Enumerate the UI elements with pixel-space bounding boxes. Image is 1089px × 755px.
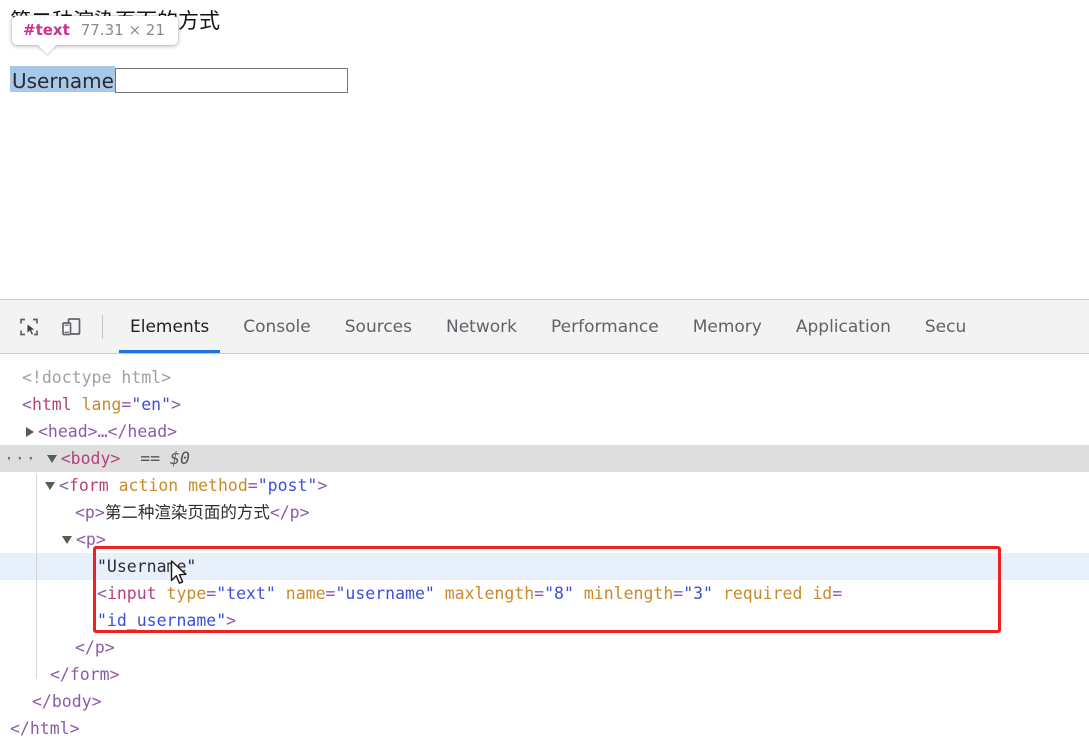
tab-performance-label: Performance	[550, 316, 659, 337]
input-tag-name: input	[106, 584, 157, 603]
tab-console[interactable]: Console	[226, 300, 328, 353]
html-open-gt: >	[171, 395, 181, 414]
body-selected-marker: == $0	[140, 449, 190, 468]
tab-application-label: Application	[795, 316, 891, 337]
html-open-lt: <	[22, 395, 32, 414]
page-form-row: Username	[10, 66, 348, 96]
devtools-panel: Elements Console Sources Network Perform…	[0, 299, 1089, 755]
chevron-right-icon[interactable]	[26, 426, 34, 437]
p1-text: 第二种渲染页面的方式	[104, 503, 270, 522]
browser-page-viewport: 第二种渲染页面的方式 Username #text 77.31 × 21	[0, 0, 1089, 299]
input-minlength-attr-value: "3"	[683, 584, 713, 603]
tooltip-dimensions: 77.31 × 21	[80, 21, 165, 39]
dom-row-html-open[interactable]: <html lang="en">	[0, 391, 1089, 418]
inspector-tooltip: #text 77.31 × 21	[12, 16, 178, 54]
form-method-attr-name: method	[188, 476, 248, 495]
username-input[interactable]	[114, 68, 348, 93]
chevron-down-icon[interactable]	[62, 535, 72, 544]
tab-performance[interactable]: Performance	[534, 300, 676, 353]
devtools-toolbar: Elements Console Sources Network Perform…	[0, 300, 1089, 354]
tab-sources-label: Sources	[344, 316, 412, 337]
input-maxlength-attr-name: maxlength	[444, 584, 535, 603]
p2-open-tag: <p>	[76, 530, 106, 549]
input-minlength-attr-name: minlength	[583, 584, 674, 603]
input-maxlength-attr-value: "8"	[544, 584, 574, 603]
input-lt: <	[97, 584, 107, 603]
p1-close-tag: </p>	[269, 503, 310, 522]
html-lang-attr-name: lang	[81, 395, 122, 414]
input-name-attr-name: name	[285, 584, 326, 603]
input-name-attr-value: "username"	[335, 584, 435, 603]
html-tag-name: html	[31, 395, 72, 414]
toolbar-divider	[102, 314, 103, 339]
dom-row-input[interactable]: <input type="text" name="username" maxle…	[0, 580, 1089, 607]
tab-application[interactable]: Application	[779, 300, 908, 353]
tab-console-label: Console	[243, 316, 311, 337]
form-tag-name: form	[68, 476, 109, 495]
input-required-attr: required	[722, 584, 803, 603]
inspect-element-icon[interactable]	[12, 310, 46, 344]
input-id-attr-value: "id_username"	[97, 611, 227, 630]
doctype-text: <!doctype html>	[22, 368, 172, 387]
p2-close-tag: </p>	[75, 638, 115, 657]
dom-row-textnode[interactable]: "Username"	[0, 553, 1089, 580]
form-gt: >	[317, 476, 328, 495]
dom-row-form-close[interactable]: </form>	[0, 661, 1089, 688]
form-close-tag: </form>	[50, 665, 120, 684]
form-method-attr-value: "post"	[257, 476, 318, 495]
tab-sources[interactable]: Sources	[328, 300, 429, 353]
tab-security-label: Secu	[924, 316, 967, 337]
dom-row-p2-close[interactable]: </p>	[0, 634, 1089, 661]
dom-row-html-close[interactable]: </html>	[0, 715, 1089, 742]
tab-memory[interactable]: Memory	[676, 300, 779, 353]
input-type-attr-name: type	[166, 584, 207, 603]
dom-row-head[interactable]: <head>…</head>	[0, 418, 1089, 445]
tab-memory-label: Memory	[692, 316, 762, 337]
row-ellipsis-badge[interactable]: ···	[0, 449, 37, 468]
dom-row-p1[interactable]: <p>第二种渲染页面的方式</p>	[0, 499, 1089, 526]
tooltip-node-name: #text	[23, 21, 70, 39]
dom-row-form-open[interactable]: <form action method="post">	[0, 472, 1089, 499]
devtools-tab-strip: Elements Console Sources Network Perform…	[113, 300, 1089, 353]
p1-open-tag: <p>	[75, 503, 105, 522]
tab-elements-label: Elements	[130, 316, 210, 337]
dom-row-p2-open[interactable]: <p>	[0, 526, 1089, 553]
form-lt: <	[59, 476, 69, 495]
body-open-tag: <body>	[60, 449, 121, 468]
dom-row-body-close[interactable]: </body>	[0, 688, 1089, 715]
chevron-down-icon[interactable]	[45, 481, 55, 490]
input-type-attr-value: "text"	[216, 584, 276, 603]
input-id-attr-name: id	[812, 584, 833, 603]
head-collapsed-text: <head>…</head>	[38, 422, 178, 441]
username-label-textnode: Username	[10, 66, 115, 93]
html-lang-attr-value: "en"	[131, 395, 172, 414]
dom-row-doctype[interactable]: <!doctype html>	[0, 364, 1089, 391]
dom-tree[interactable]: <!doctype html> <html lang="en"> <head>……	[0, 354, 1089, 755]
device-toolbar-icon[interactable]	[54, 310, 88, 344]
dom-row-body-open[interactable]: ··· <body> == $0	[0, 445, 1089, 472]
indentation-guide	[36, 474, 37, 679]
html-close-tag: </html>	[10, 719, 80, 738]
chevron-down-icon[interactable]	[46, 454, 57, 463]
tab-network-label: Network	[446, 316, 517, 337]
tab-security[interactable]: Secu	[908, 300, 983, 353]
username-text-node: "Username"	[97, 557, 197, 576]
input-gt: >	[226, 611, 237, 630]
tab-network[interactable]: Network	[429, 300, 534, 353]
dom-row-input-cont[interactable]: "id_username">	[0, 607, 1089, 634]
body-close-tag: </body>	[32, 692, 102, 711]
form-action-attr: action	[118, 476, 179, 495]
tab-elements[interactable]: Elements	[113, 300, 226, 353]
tooltip-arrow	[37, 44, 57, 54]
